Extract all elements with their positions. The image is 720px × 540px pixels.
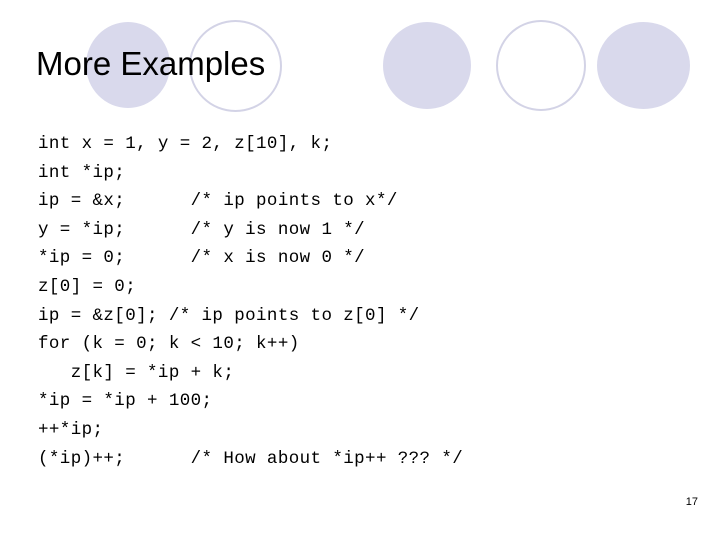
- code-line: int *ip;: [38, 162, 126, 183]
- code-line: ip = &z[0]; /* ip points to z[0] */: [38, 305, 420, 326]
- page-number: 17: [685, 496, 698, 508]
- decor-circle-5: [597, 22, 690, 109]
- code-listing: int x = 1, y = 2, z[10], k; int *ip; ip …: [38, 130, 698, 473]
- page-title: More Examples: [36, 45, 266, 82]
- code-line: z[0] = 0;: [38, 276, 137, 297]
- decor-circle-3: [383, 22, 471, 109]
- decor-circle-4: [496, 20, 586, 111]
- code-line: int x = 1, y = 2, z[10], k;: [38, 134, 333, 154]
- slide-canvas: More Examples int x = 1, y = 2, z[10], k…: [0, 0, 720, 540]
- code-line: z[k] = *ip + k;: [38, 362, 235, 383]
- code-line: *ip = *ip + 100;: [38, 391, 213, 412]
- code-line: y = *ip; /* y is now 1 */: [38, 219, 366, 240]
- code-line: ip = &x; /* ip points to x*/: [38, 191, 398, 212]
- code-line: for (k = 0; k < 10; k++): [38, 334, 300, 355]
- code-line: *ip = 0; /* x is now 0 */: [38, 248, 366, 269]
- code-line: (*ip)++; /* How about *ip++ ??? */: [38, 448, 464, 469]
- code-line: ++*ip;: [38, 419, 104, 440]
